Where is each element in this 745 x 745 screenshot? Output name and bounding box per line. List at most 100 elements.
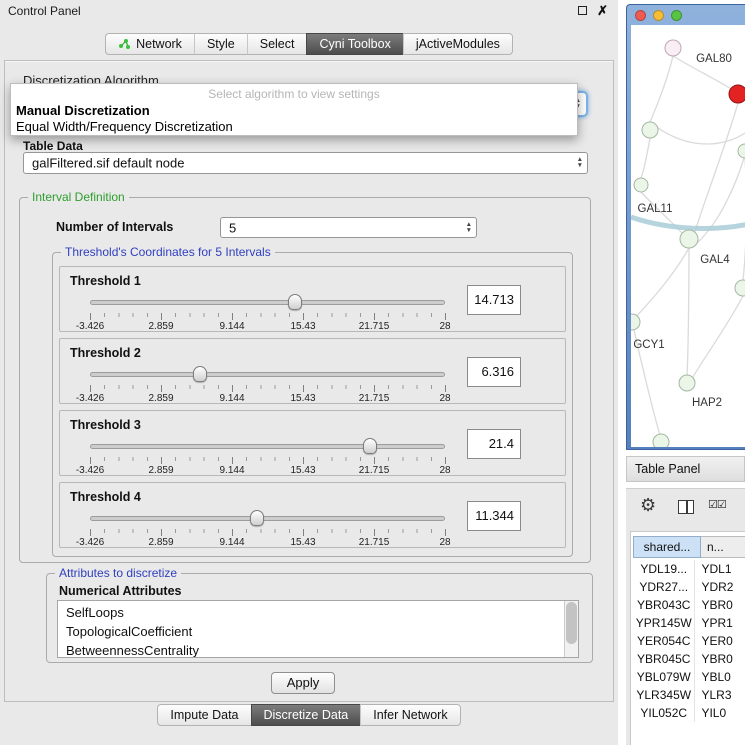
slider-track[interactable] (90, 516, 445, 521)
network-node[interactable] (634, 178, 648, 192)
network-node[interactable] (653, 434, 669, 447)
cell-name[interactable]: YPR1 (695, 614, 745, 632)
table-rows: YDL19...YDL1YDR27...YDR2YBR043CYBR0YPR14… (633, 560, 745, 722)
float-window-icon[interactable] (578, 6, 587, 15)
table-row[interactable]: YIL052CYIL0 (633, 704, 745, 722)
cell-shared-name[interactable]: YPR145W (633, 614, 695, 632)
slider-ruler (90, 385, 445, 392)
cell-shared-name[interactable]: YIL052C (633, 704, 695, 722)
table-row[interactable]: YPR145WYPR1 (633, 614, 745, 632)
table-row[interactable]: YBR043CYBR0 (633, 596, 745, 614)
list-scrollbar[interactable] (564, 601, 578, 657)
tab-impute-data[interactable]: Impute Data (157, 704, 250, 726)
major-tick (90, 385, 91, 392)
attribute-list-item[interactable]: BetweennessCentrality (58, 641, 578, 658)
threshold-value-field[interactable]: 6.316 (467, 357, 521, 387)
cell-name[interactable]: YDR2 (695, 578, 745, 596)
columns-icon[interactable] (678, 500, 694, 514)
cell-shared-name[interactable]: YBL079W (633, 668, 695, 686)
apply-button[interactable]: Apply (271, 672, 335, 694)
select-checkboxes-icon[interactable]: ☑☑ (708, 498, 726, 511)
table-panel-header[interactable]: Table Panel (626, 456, 745, 482)
threshold-slider[interactable]: -3.4262.8599.14415.4321.71528 (90, 294, 445, 332)
scale-label: 15.43 (290, 465, 315, 476)
dropdown-option-manual-discretization[interactable]: Manual Discretization (16, 103, 150, 118)
threshold-value-field[interactable]: 21.4 (467, 429, 521, 459)
network-canvas[interactable]: GAL80 GAL11 GAL4 GCY1 HAP2 (631, 25, 745, 447)
attribute-list-item[interactable]: TopologicalCoefficient (58, 622, 578, 641)
close-traffic-light-icon[interactable] (635, 10, 646, 21)
threshold-value-field[interactable]: 14.713 (467, 285, 521, 315)
cell-name[interactable]: YER0 (695, 632, 745, 650)
slider-track[interactable] (90, 444, 445, 449)
network-node[interactable] (642, 122, 658, 138)
cell-shared-name[interactable]: YER054C (633, 632, 695, 650)
tab-jactivemodules[interactable]: jActiveModules (403, 33, 513, 55)
threshold-value-field[interactable]: 11.344 (467, 501, 521, 531)
threshold-slider[interactable]: -3.4262.8599.14415.4321.71528 (90, 366, 445, 404)
numerical-attributes-list[interactable]: SelfLoopsTopologicalCoefficientBetweenne… (57, 600, 579, 658)
table-row[interactable]: YDL19...YDL1 (633, 560, 745, 578)
slider-thumb[interactable] (363, 438, 377, 454)
table-data-select[interactable]: galFiltered.sif default node ▲▼ (23, 152, 588, 174)
attributes-legend: Attributes to discretize (55, 566, 181, 580)
network-node[interactable] (631, 314, 640, 330)
number-of-intervals-select[interactable]: 5 ▲▼ (220, 217, 477, 238)
table-row[interactable]: YER054CYER0 (633, 632, 745, 650)
tab-select[interactable]: Select (247, 33, 307, 55)
table-row[interactable]: YLR345WYLR3 (633, 686, 745, 704)
attribute-list-item[interactable]: SelfLoops (58, 603, 578, 622)
slider-thumb[interactable] (250, 510, 264, 526)
node-label: GAL4 (700, 254, 730, 266)
minimize-traffic-light-icon[interactable] (653, 10, 664, 21)
slider-track[interactable] (90, 300, 445, 305)
tab-network[interactable]: Network (105, 33, 194, 55)
network-node[interactable] (665, 40, 681, 56)
major-tick (161, 385, 162, 392)
cell-shared-name[interactable]: YLR345W (633, 686, 695, 704)
slider-thumb[interactable] (288, 294, 302, 310)
cell-name[interactable]: YBR0 (695, 596, 745, 614)
network-node[interactable] (738, 144, 745, 158)
dropdown-placeholder-option[interactable]: Select algorithm to view settings (11, 87, 577, 101)
interval-definition-group: Interval Definition Number of Intervals … (19, 197, 591, 563)
slider-scale: -3.4262.8599.14415.4321.71528 (90, 321, 445, 333)
network-node[interactable] (680, 230, 698, 248)
column-header-name[interactable]: n... (701, 536, 745, 558)
cell-shared-name[interactable]: YBR045C (633, 650, 695, 668)
cell-name[interactable]: YBL0 (695, 668, 745, 686)
gear-icon[interactable]: ⚙ (640, 495, 656, 515)
cell-name[interactable]: YDL1 (695, 560, 745, 578)
cell-shared-name[interactable]: YBR043C (633, 596, 695, 614)
threshold-slider[interactable]: -3.4262.8599.14415.4321.71528 (90, 510, 445, 548)
threshold-slider[interactable]: -3.4262.8599.14415.4321.71528 (90, 438, 445, 476)
cell-name[interactable]: YIL0 (695, 704, 745, 722)
cell-shared-name[interactable]: YDR27... (633, 578, 695, 596)
network-view-window[interactable]: GAL80 GAL11 GAL4 GCY1 HAP2 (626, 4, 745, 450)
table-row[interactable]: YBL079WYBL0 (633, 668, 745, 686)
major-tick (303, 385, 304, 392)
slider-thumb[interactable] (193, 366, 207, 382)
scrollbar-thumb[interactable] (566, 602, 577, 644)
combo-stepper-icon: ▲▼ (577, 157, 583, 169)
slider-track[interactable] (90, 372, 445, 377)
tab-label: Infer Network (373, 708, 447, 722)
cell-shared-name[interactable]: YDL19... (633, 560, 695, 578)
network-node-selected[interactable] (729, 85, 745, 103)
zoom-traffic-light-icon[interactable] (671, 10, 682, 21)
cell-name[interactable]: YBR0 (695, 650, 745, 668)
tab-style[interactable]: Style (194, 33, 247, 55)
tab-infer-network[interactable]: Infer Network (360, 704, 460, 726)
network-node[interactable] (679, 375, 695, 391)
dropdown-option-equal-width-frequency[interactable]: Equal Width/Frequency Discretization (16, 119, 233, 134)
network-node[interactable] (735, 280, 745, 296)
tab-discretize-data[interactable]: Discretize Data (251, 704, 361, 726)
cell-name[interactable]: YLR3 (695, 686, 745, 704)
table-row[interactable]: YBR045CYBR0 (633, 650, 745, 668)
table-row[interactable]: YDR27...YDR2 (633, 578, 745, 596)
close-icon[interactable]: ✗ (597, 5, 608, 16)
tab-cyni-toolbox[interactable]: Cyni Toolbox (306, 33, 402, 55)
column-header-shared-name[interactable]: shared... (633, 536, 701, 558)
tab-label: Select (260, 37, 295, 51)
threshold-panel: Threshold 3-3.4262.8599.14415.4321.71528… (59, 410, 566, 476)
